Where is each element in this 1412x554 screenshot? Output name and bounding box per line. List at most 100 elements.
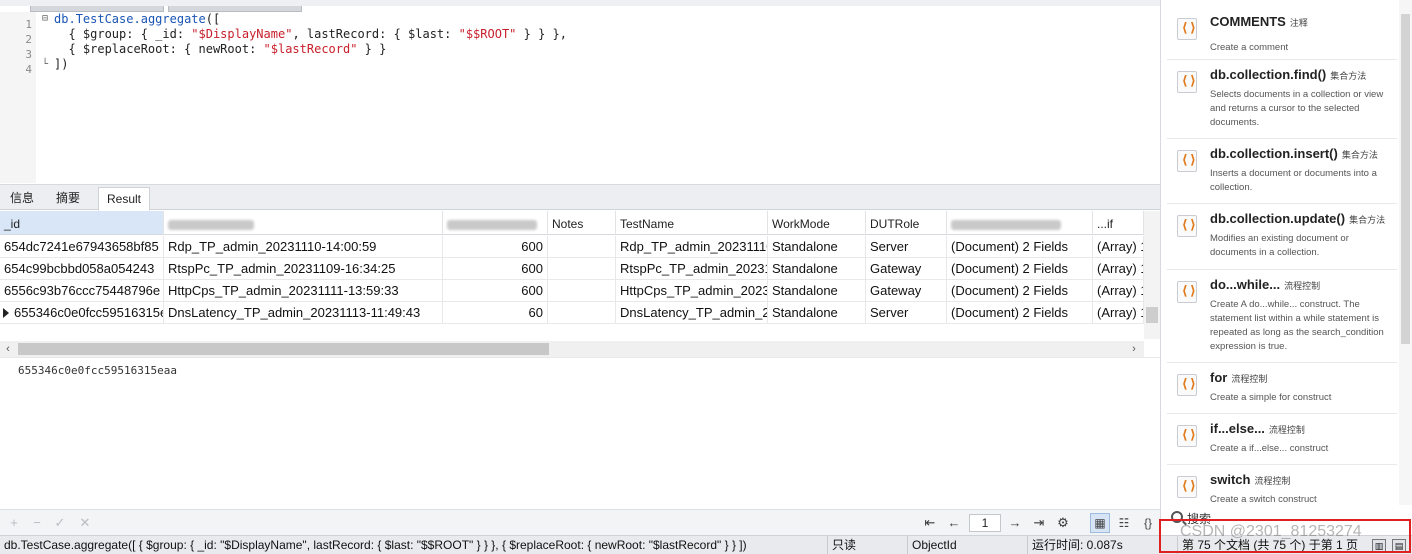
cell-duration[interactable]: 600 bbox=[443, 236, 548, 258]
query-editor[interactable]: 1 2 3 4 ⊟ └ db.TestCase.aggregate([ { $g… bbox=[0, 0, 1160, 183]
column-header-id[interactable]: _id bbox=[0, 211, 164, 235]
add-record-icon[interactable]: + bbox=[6, 515, 22, 531]
cell-dutrole[interactable]: Server bbox=[866, 236, 947, 258]
cell-document[interactable]: (Document) 2 Fields bbox=[947, 280, 1093, 302]
grid-toolbar: + − ✓ ✕ ⇤ ← 1 → ⇥ ⚙ ▦ ☷ {} bbox=[0, 509, 1160, 535]
search-icon[interactable] bbox=[1171, 511, 1183, 523]
cell-workmode[interactable]: Standalone bbox=[768, 280, 866, 302]
cell-id[interactable]: 655346c0e0fcc59516315e bbox=[0, 302, 164, 324]
value-detail-pane[interactable]: 655346c0e0fcc59516315eaa bbox=[0, 357, 1160, 509]
column-header-duration[interactable] bbox=[443, 211, 548, 235]
cell-workmode[interactable]: Standalone bbox=[768, 302, 866, 324]
column-header-array[interactable]: ...if bbox=[1093, 211, 1144, 235]
cell-array[interactable]: (Array) 1 bbox=[1093, 258, 1144, 280]
snippet-item-insert[interactable]: ⟨⟩ db.collection.insert() 集合方法 Inserts a … bbox=[1167, 140, 1397, 204]
cell-workmode[interactable]: Standalone bbox=[768, 258, 866, 280]
cell-array[interactable]: (Array) 1 bbox=[1093, 236, 1144, 258]
snippet-item-for[interactable]: ⟨⟩ for 流程控制 Create a simple for construct bbox=[1167, 364, 1397, 414]
scroll-left-icon[interactable]: ‹ bbox=[0, 341, 16, 357]
cell-displayname[interactable]: HttpCps_TP_admin_20231111-13:59:33 bbox=[164, 280, 443, 302]
table-row-current[interactable]: 655346c0e0fcc59516315e DnsLatency_TP_adm… bbox=[0, 302, 1144, 324]
snippet-item-update[interactable]: ⟨⟩ db.collection.update() 集合方法 Modifies a… bbox=[1167, 205, 1397, 270]
tab-result[interactable]: Result bbox=[98, 187, 151, 211]
discard-changes-icon[interactable]: ✕ bbox=[77, 515, 93, 531]
fold-collapse-icon[interactable]: ⊟ bbox=[42, 13, 48, 24]
snippet-title: do...while... 流程控制 bbox=[1210, 277, 1320, 292]
cell-displayname[interactable]: DnsLatency_TP_admin_20231113-11:49:43 bbox=[164, 302, 443, 324]
cell-id[interactable]: 654dc7241e67943658bf85 bbox=[0, 236, 164, 258]
cell-dutrole[interactable]: Gateway bbox=[866, 258, 947, 280]
cell-array[interactable]: (Array) 1 bbox=[1093, 302, 1144, 324]
json-view-button[interactable]: {} bbox=[1138, 513, 1158, 533]
cell-id[interactable]: 6556c93b76ccc75448796e bbox=[0, 280, 164, 302]
column-header-testname[interactable]: TestName bbox=[616, 211, 768, 235]
status-readonly: 只读 bbox=[828, 536, 908, 554]
first-page-icon[interactable]: ⇤ bbox=[922, 515, 938, 531]
cell-displayname[interactable]: RtspPc_TP_admin_20231109-16:34:25 bbox=[164, 258, 443, 280]
column-header-notes[interactable]: Notes bbox=[548, 211, 616, 235]
cell-document[interactable]: (Document) 2 Fields bbox=[947, 258, 1093, 280]
cell-testname[interactable]: DnsLatency_TP_admin_202 bbox=[616, 302, 768, 324]
snippet-scrollbar[interactable] bbox=[1399, 0, 1412, 505]
snippet-description: Create a comment bbox=[1210, 42, 1289, 53]
cell-testname[interactable]: RtspPc_TP_admin_2023110 bbox=[616, 258, 768, 280]
snippet-item-do-while[interactable]: ⟨⟩ do...while... 流程控制 Create A do...while… bbox=[1167, 271, 1397, 363]
cell-dutrole[interactable]: Server bbox=[866, 302, 947, 324]
column-header-displayname[interactable] bbox=[164, 211, 443, 235]
scrollbar-thumb[interactable] bbox=[1401, 14, 1410, 344]
cell-document[interactable]: (Document) 2 Fields bbox=[947, 302, 1093, 324]
scrollbar-thumb[interactable] bbox=[18, 343, 549, 355]
column-header-workmode[interactable]: WorkMode bbox=[768, 211, 866, 235]
column-header-dutrole[interactable]: DUTRole bbox=[866, 211, 947, 235]
cell-id[interactable]: 654c99bcbbd058a054243 bbox=[0, 258, 164, 280]
cell-notes[interactable] bbox=[548, 236, 616, 258]
grid-horizontal-scrollbar[interactable]: ‹ › bbox=[0, 341, 1144, 357]
code-token: { $group: { _id: bbox=[54, 27, 192, 41]
snippet-item-find[interactable]: ⟨⟩ db.collection.find() 集合方法 Selects docu… bbox=[1167, 61, 1397, 139]
cell-dutrole[interactable]: Gateway bbox=[866, 280, 947, 302]
code-token: } } }, bbox=[516, 27, 567, 41]
cell-document[interactable]: (Document) 2 Fields bbox=[947, 236, 1093, 258]
cell-workmode[interactable]: Standalone bbox=[768, 236, 866, 258]
snippet-item-comments[interactable]: ⟨⟩ COMMENTS 注释 Create a comment bbox=[1167, 8, 1397, 60]
code-token: TestCase. bbox=[75, 12, 141, 26]
cell-testname[interactable]: HttpCps_TP_admin_20231 bbox=[616, 280, 768, 302]
delete-record-icon[interactable]: − bbox=[29, 515, 45, 531]
gear-icon[interactable]: ⚙ bbox=[1055, 515, 1071, 531]
cell-notes[interactable] bbox=[548, 258, 616, 280]
column-header-notice[interactable] bbox=[947, 211, 1093, 235]
snippet-item-if-else[interactable]: ⟨⟩ if...else... 流程控制 Create a if...else..… bbox=[1167, 415, 1397, 465]
apply-changes-icon[interactable]: ✓ bbox=[52, 515, 68, 531]
scroll-right-icon[interactable]: › bbox=[1126, 341, 1142, 357]
selected-value[interactable]: 655346c0e0fcc59516315eaa bbox=[18, 364, 177, 377]
table-row[interactable]: 654dc7241e67943658bf85 Rdp_TP_admin_2023… bbox=[0, 236, 1144, 258]
snippet-title-text: if...else... bbox=[1210, 421, 1265, 436]
snippet-item-switch[interactable]: ⟨⟩ switch 流程控制 Create a switch construct bbox=[1167, 466, 1397, 505]
blurred-header bbox=[951, 219, 1061, 230]
form-view-button[interactable]: ☷ bbox=[1114, 513, 1134, 533]
table-row[interactable]: 654c99bcbbd058a054243 RtspPc_TP_admin_20… bbox=[0, 258, 1144, 280]
table-row[interactable]: 6556c93b76ccc75448796e HttpCps_TP_admin_… bbox=[0, 280, 1144, 302]
page-number-input[interactable]: 1 bbox=[969, 514, 1001, 532]
cell-duration[interactable]: 60 bbox=[443, 302, 548, 324]
cell-notes[interactable] bbox=[548, 280, 616, 302]
cell-array[interactable]: (Array) 1 bbox=[1093, 280, 1144, 302]
cell-duration[interactable]: 600 bbox=[443, 258, 548, 280]
panel-toggle-icon[interactable]: ▥ bbox=[1372, 539, 1386, 553]
cell-notes[interactable] bbox=[548, 302, 616, 324]
last-page-icon[interactable]: ⇥ bbox=[1031, 515, 1047, 531]
result-grid[interactable]: _id Notes TestName WorkMode DUTRole ...i… bbox=[0, 211, 1160, 339]
next-page-icon[interactable]: → bbox=[1007, 515, 1023, 531]
panel-toggle-icon[interactable]: ▤ bbox=[1392, 539, 1406, 553]
scrollbar-thumb[interactable] bbox=[1146, 307, 1158, 323]
cell-testname[interactable]: Rdp_TP_admin_20231110- bbox=[616, 236, 768, 258]
previous-page-icon[interactable]: ← bbox=[946, 515, 962, 531]
cell-duration[interactable]: 600 bbox=[443, 280, 548, 302]
grid-view-button[interactable]: ▦ bbox=[1090, 513, 1110, 533]
fold-end-icon: └ bbox=[42, 59, 49, 70]
tab-summary[interactable]: 摘要 bbox=[48, 187, 88, 211]
grid-vertical-scrollbar[interactable] bbox=[1144, 211, 1160, 339]
cell-displayname[interactable]: Rdp_TP_admin_20231110-14:00:59 bbox=[164, 236, 443, 258]
tab-info[interactable]: 信息 bbox=[2, 187, 42, 211]
result-tab-bar: 信息 摘要 Result bbox=[0, 184, 1160, 211]
